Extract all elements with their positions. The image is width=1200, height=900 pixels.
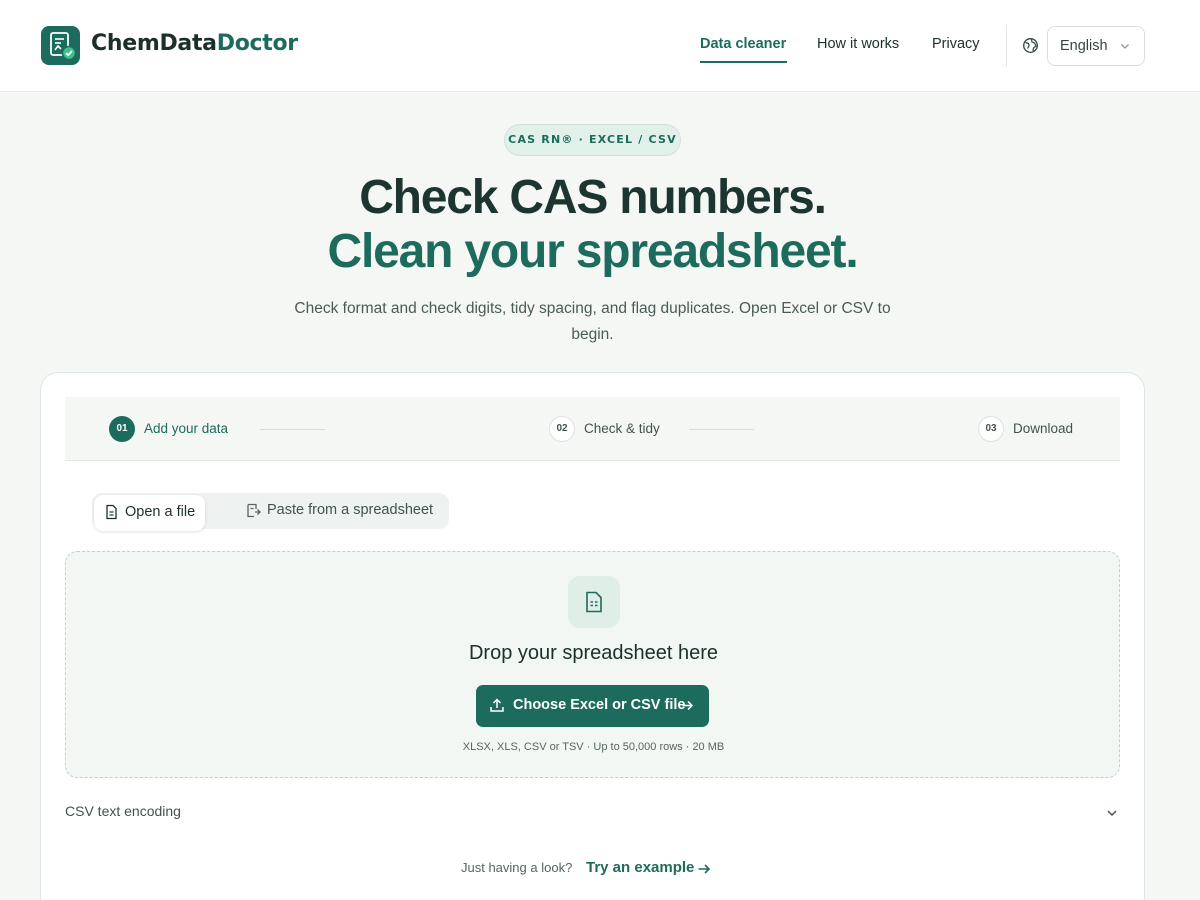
- brand-part-1: ChemData: [91, 31, 217, 56]
- step-2-number: 02: [549, 416, 575, 442]
- top-header: ChemDataDoctor Data cleaner How it works…: [0, 0, 1200, 92]
- step-connector-1: [260, 429, 325, 430]
- brand-name[interactable]: ChemDataDoctor: [91, 31, 298, 56]
- tab-paste-label: Paste from a spreadsheet: [267, 502, 434, 518]
- step-connector-2: [689, 429, 754, 430]
- chevron-down-icon[interactable]: [1105, 806, 1119, 820]
- logo-icon[interactable]: [41, 26, 80, 65]
- chevron-down-icon: [1121, 44, 1129, 49]
- dropzone-title: Drop your spreadsheet here: [468, 642, 719, 664]
- example-prompt: Just having a look?: [461, 860, 573, 875]
- language-label: English: [1060, 38, 1108, 54]
- nav-data-cleaner[interactable]: Data cleaner: [700, 36, 786, 52]
- step-1-label: Add your data: [144, 421, 229, 436]
- language-select[interactable]: English: [1047, 26, 1145, 66]
- globe-icon: [1023, 38, 1038, 53]
- hero-title-line-1: Check CAS numbers.: [359, 171, 827, 224]
- csv-encoding-toggle[interactable]: CSV text encoding: [65, 803, 181, 819]
- file-icon: [106, 504, 117, 520]
- step-3-label: Download: [1013, 421, 1074, 436]
- nav-active-indicator: [700, 61, 787, 63]
- file-limits-note: XLSX, XLS, CSV or TSV · Up to 50,000 row…: [462, 741, 725, 753]
- spreadsheet-icon: [568, 576, 620, 628]
- tab-paste-spreadsheet[interactable]: Paste from a spreadsheet: [242, 493, 452, 529]
- tab-open-file[interactable]: Open a file: [94, 495, 205, 531]
- arrow-right-icon[interactable]: [697, 862, 711, 876]
- upload-icon: [490, 698, 504, 712]
- choose-file-label: Choose Excel or CSV file: [513, 697, 686, 713]
- category-pill: CAS RN® · EXCEL / CSV: [504, 124, 681, 156]
- upload-card: 01 Add your data 02 Check & tidy 03 Down…: [40, 372, 1145, 900]
- nav-privacy[interactable]: Privacy: [932, 36, 980, 52]
- brand-part-2: Doctor: [216, 31, 298, 56]
- clipboard-icon: [247, 503, 261, 518]
- hero-title-line-2: Clean your spreadsheet.: [327, 225, 859, 278]
- tab-open-file-label: Open a file: [125, 504, 196, 520]
- input-mode-tabs: Open a file Paste from a spreadsheet: [92, 493, 452, 531]
- stepper: 01 Add your data 02 Check & tidy 03 Down…: [65, 397, 1120, 461]
- file-dropzone[interactable]: Drop your spreadsheet here Choose Excel …: [65, 551, 1120, 778]
- step-3-number: 03: [978, 416, 1004, 442]
- step-2-label: Check & tidy: [584, 421, 660, 436]
- header-divider: [1006, 25, 1007, 67]
- nav-how-it-works[interactable]: How it works: [817, 36, 899, 52]
- step-1-number: 01: [109, 416, 135, 442]
- try-example-link[interactable]: Try an example: [586, 859, 694, 876]
- hero-subtitle: Check format and check digits, tidy spac…: [294, 300, 891, 343]
- arrow-right-icon: [682, 700, 694, 711]
- choose-file-button[interactable]: Choose Excel or CSV file: [476, 685, 709, 727]
